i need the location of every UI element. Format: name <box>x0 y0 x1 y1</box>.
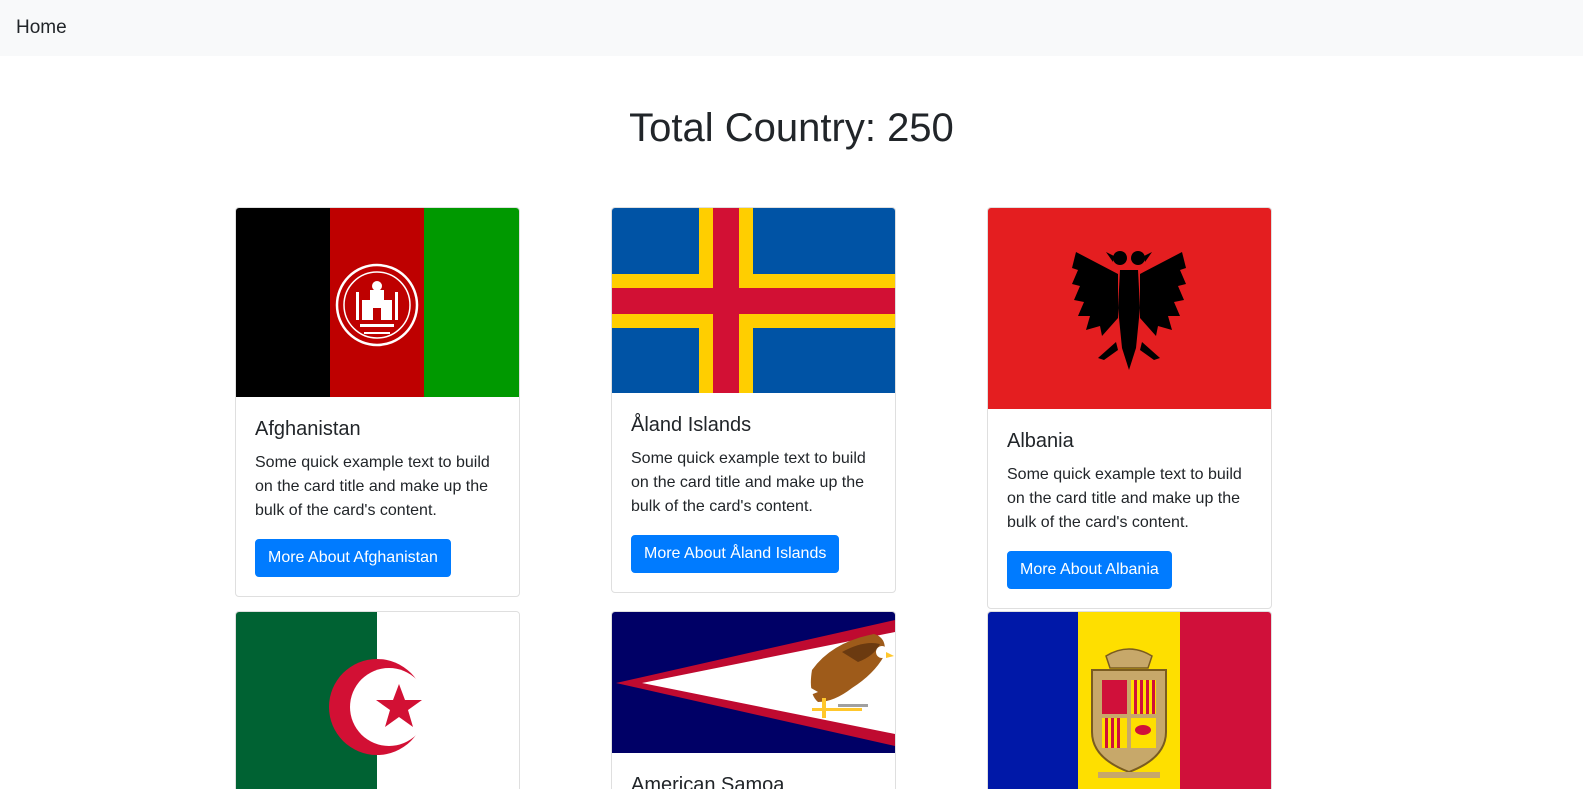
more-about-button[interactable]: More About Afghanistan <box>255 539 451 577</box>
card-title: American Samoa <box>631 774 785 789</box>
navbar: Home <box>0 0 1583 56</box>
afghanistan-flag <box>236 208 519 397</box>
algeria-flag <box>236 612 519 789</box>
card-title: Albania <box>1007 430 1074 452</box>
card-title: Afghanistan <box>255 418 361 440</box>
country-card <box>235 611 520 789</box>
card-text: Some quick example text to build on the … <box>631 450 866 515</box>
country-card: Afghanistan Some quick example text to b… <box>235 207 520 597</box>
american-samoa-flag <box>612 612 895 753</box>
andorra-flag <box>988 612 1271 789</box>
nav-home-link[interactable]: Home <box>16 17 67 39</box>
card-text: Some quick example text to build on the … <box>1007 466 1242 531</box>
card-title: Åland Islands <box>631 414 752 436</box>
albania-flag <box>988 208 1271 409</box>
page-title: Total Country: 250 <box>629 106 954 150</box>
aland-islands-flag <box>612 208 895 393</box>
country-card: American Samoa <box>611 611 896 789</box>
more-about-button[interactable]: More About Albania <box>1007 551 1172 589</box>
country-card <box>987 611 1272 789</box>
card-text: Some quick example text to build on the … <box>255 454 490 519</box>
more-about-button[interactable]: More About Åland Islands <box>631 535 840 573</box>
country-card: Albania Some quick example text to build… <box>987 207 1272 609</box>
country-card: Åland Islands Some quick example text to… <box>611 207 896 593</box>
